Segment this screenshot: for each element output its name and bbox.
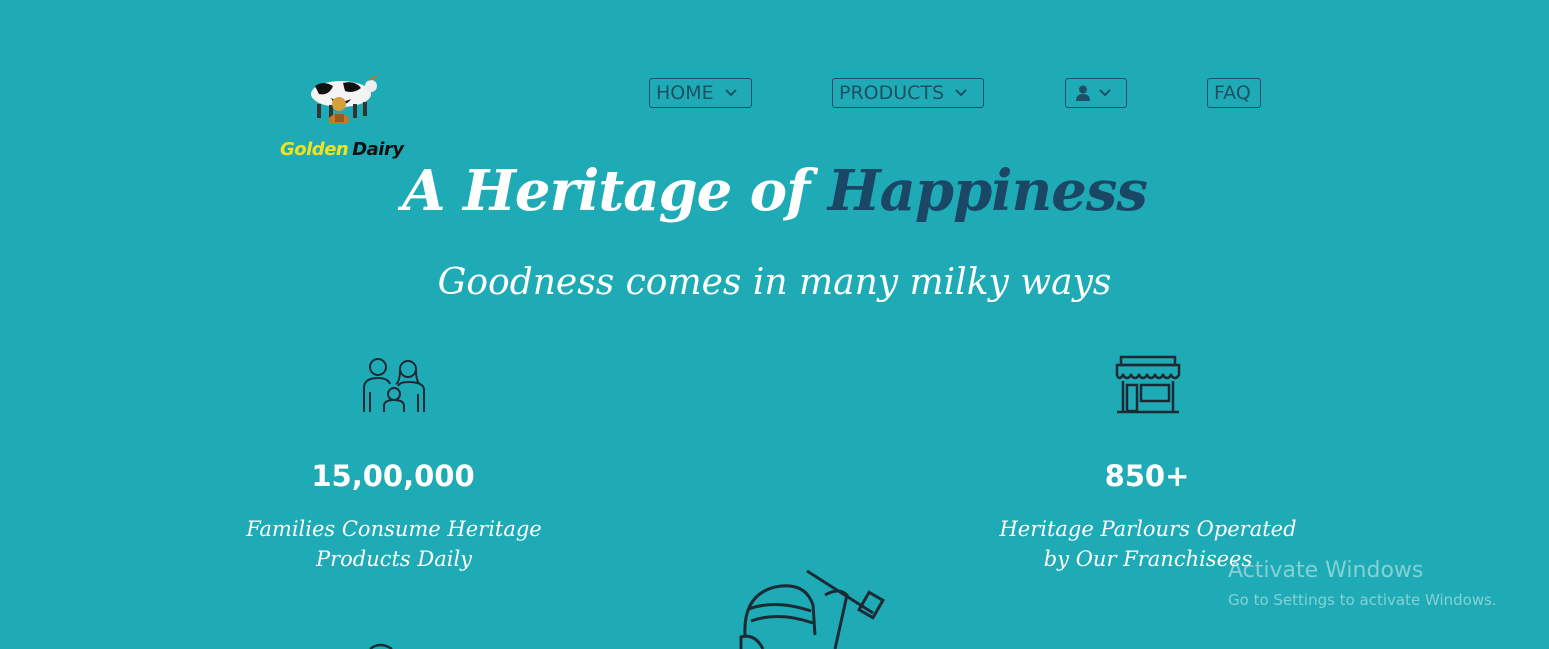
brand-word-golden: Golden [280, 139, 349, 160]
family-icon [363, 358, 425, 412]
partial-icon [369, 643, 393, 649]
nav-home-label: HOME [656, 82, 714, 104]
brand-word-dairy: Dairy [352, 139, 404, 160]
windows-activation-watermark: Activate Windows Go to Settings to activ… [1228, 558, 1497, 609]
brand-logo[interactable]: Golden Dairy [270, 68, 420, 168]
store-icon [1115, 355, 1181, 414]
stat-parlours-value: 850+ [1104, 459, 1190, 493]
stat-families-value: 15,00,000 [311, 459, 475, 493]
hero-subtitle: Goodness comes in many milky ways [437, 262, 1112, 303]
stat-caption-line: Products Daily [315, 547, 473, 571]
stat-caption-line: Families Consume Heritage [246, 517, 542, 541]
hero-title-highlight: Happiness [827, 158, 1148, 224]
nav-products-button[interactable]: PRODUCTS [832, 78, 984, 108]
farmer-icon [739, 569, 885, 649]
watermark-subtitle: Go to Settings to activate Windows. [1228, 591, 1497, 609]
chevron-down-icon [1099, 89, 1111, 97]
nav-home-button[interactable]: HOME [649, 78, 752, 108]
chevron-down-icon [724, 89, 737, 97]
nav-faq-button[interactable]: FAQ [1207, 78, 1261, 108]
stat-families-caption: Families Consume Heritage Products Daily [234, 514, 554, 574]
user-icon [1076, 85, 1090, 101]
nav-faq-label: FAQ [1214, 82, 1251, 104]
nav-account-button[interactable] [1065, 78, 1127, 108]
hero-title: A Heritage of Happiness [0, 158, 1549, 224]
stat-caption-line: Heritage Parlours Operated [999, 517, 1297, 541]
nav-products-label: PRODUCTS [839, 82, 945, 104]
hero-title-part1: A Heritage of [402, 158, 810, 224]
watermark-title: Activate Windows [1228, 558, 1424, 583]
chevron-down-icon [955, 89, 967, 97]
cow-farmer-logo-icon [311, 75, 378, 124]
brand-name: Golden Dairy [280, 139, 404, 160]
